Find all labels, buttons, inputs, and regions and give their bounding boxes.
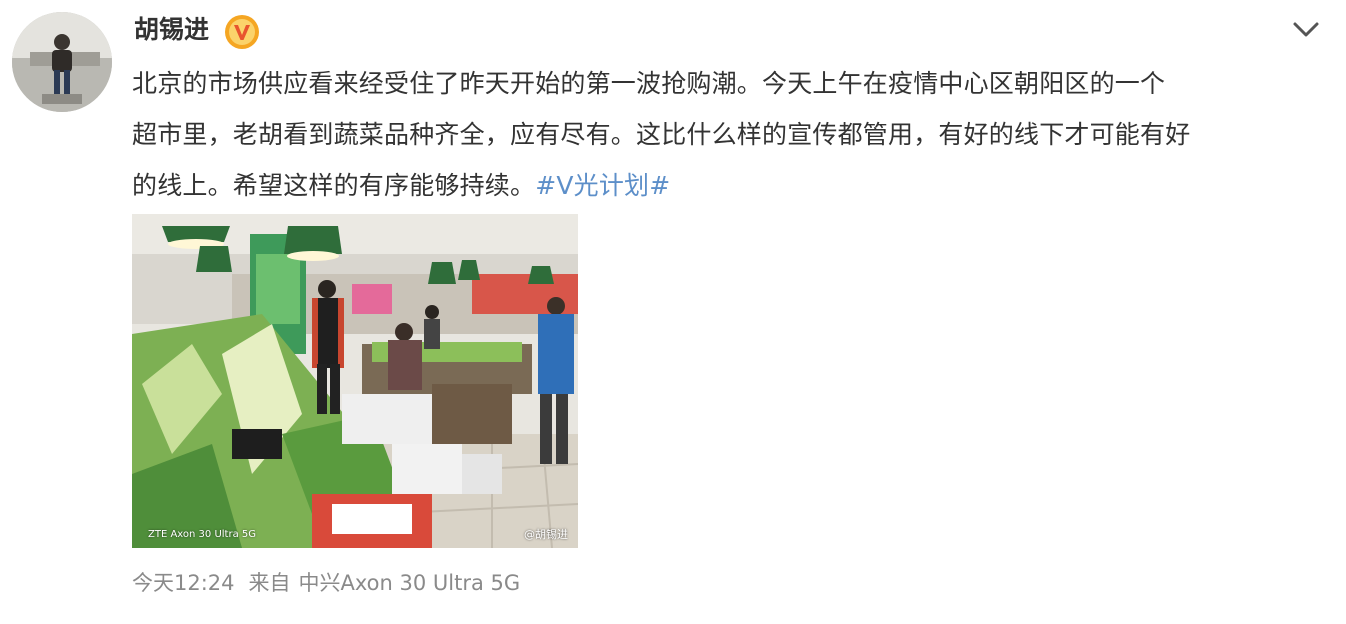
- chevron-down-icon[interactable]: [1290, 16, 1322, 42]
- source-device[interactable]: 中兴Axon 30 Ultra 5G: [299, 571, 521, 595]
- user-watermark: @胡锡进: [524, 528, 568, 541]
- post-text-line: 的线上。希望这样的有序能够持续。#V光计划#: [132, 160, 1322, 211]
- topic-hashtag-link[interactable]: #V光计划#: [535, 171, 670, 200]
- camera-watermark: ZTE Axon 30 Ultra 5G: [148, 529, 256, 540]
- post-time[interactable]: 今天12:24: [132, 571, 235, 595]
- post-text-line-content: 的线上。希望这样的有序能够持续。: [132, 171, 536, 200]
- author-name[interactable]: 胡锡进: [134, 12, 209, 48]
- post-text: 北京的市场供应看来经受住了昨天开始的第一波抢购潮。今天上午在疫情中心区朝阳区的一…: [132, 58, 1322, 211]
- supermarket-vegetable-photo: [132, 214, 578, 548]
- post-meta: 今天12:24 来自 中兴Axon 30 Ultra 5G: [132, 568, 534, 598]
- post-text-line: 北京的市场供应看来经受住了昨天开始的第一波抢购潮。今天上午在疫情中心区朝阳区的一…: [132, 69, 1166, 98]
- verified-v-badge-icon[interactable]: [224, 14, 260, 50]
- avatar-photo: [12, 12, 112, 112]
- author-avatar[interactable]: [12, 12, 112, 112]
- weibo-post-card: 胡锡进 北京的市场供应看来经受住了昨天开始的第一波抢购潮。今天上午在疫情中心区朝…: [0, 0, 1346, 624]
- source-prefix: 来自: [248, 571, 291, 595]
- post-text-line: 超市里，老胡看到蔬菜品种齐全，应有尽有。这比什么样的宣传都管用，有好的线下才可能…: [132, 120, 1191, 149]
- post-image[interactable]: ZTE Axon 30 Ultra 5G @胡锡进: [132, 214, 578, 548]
